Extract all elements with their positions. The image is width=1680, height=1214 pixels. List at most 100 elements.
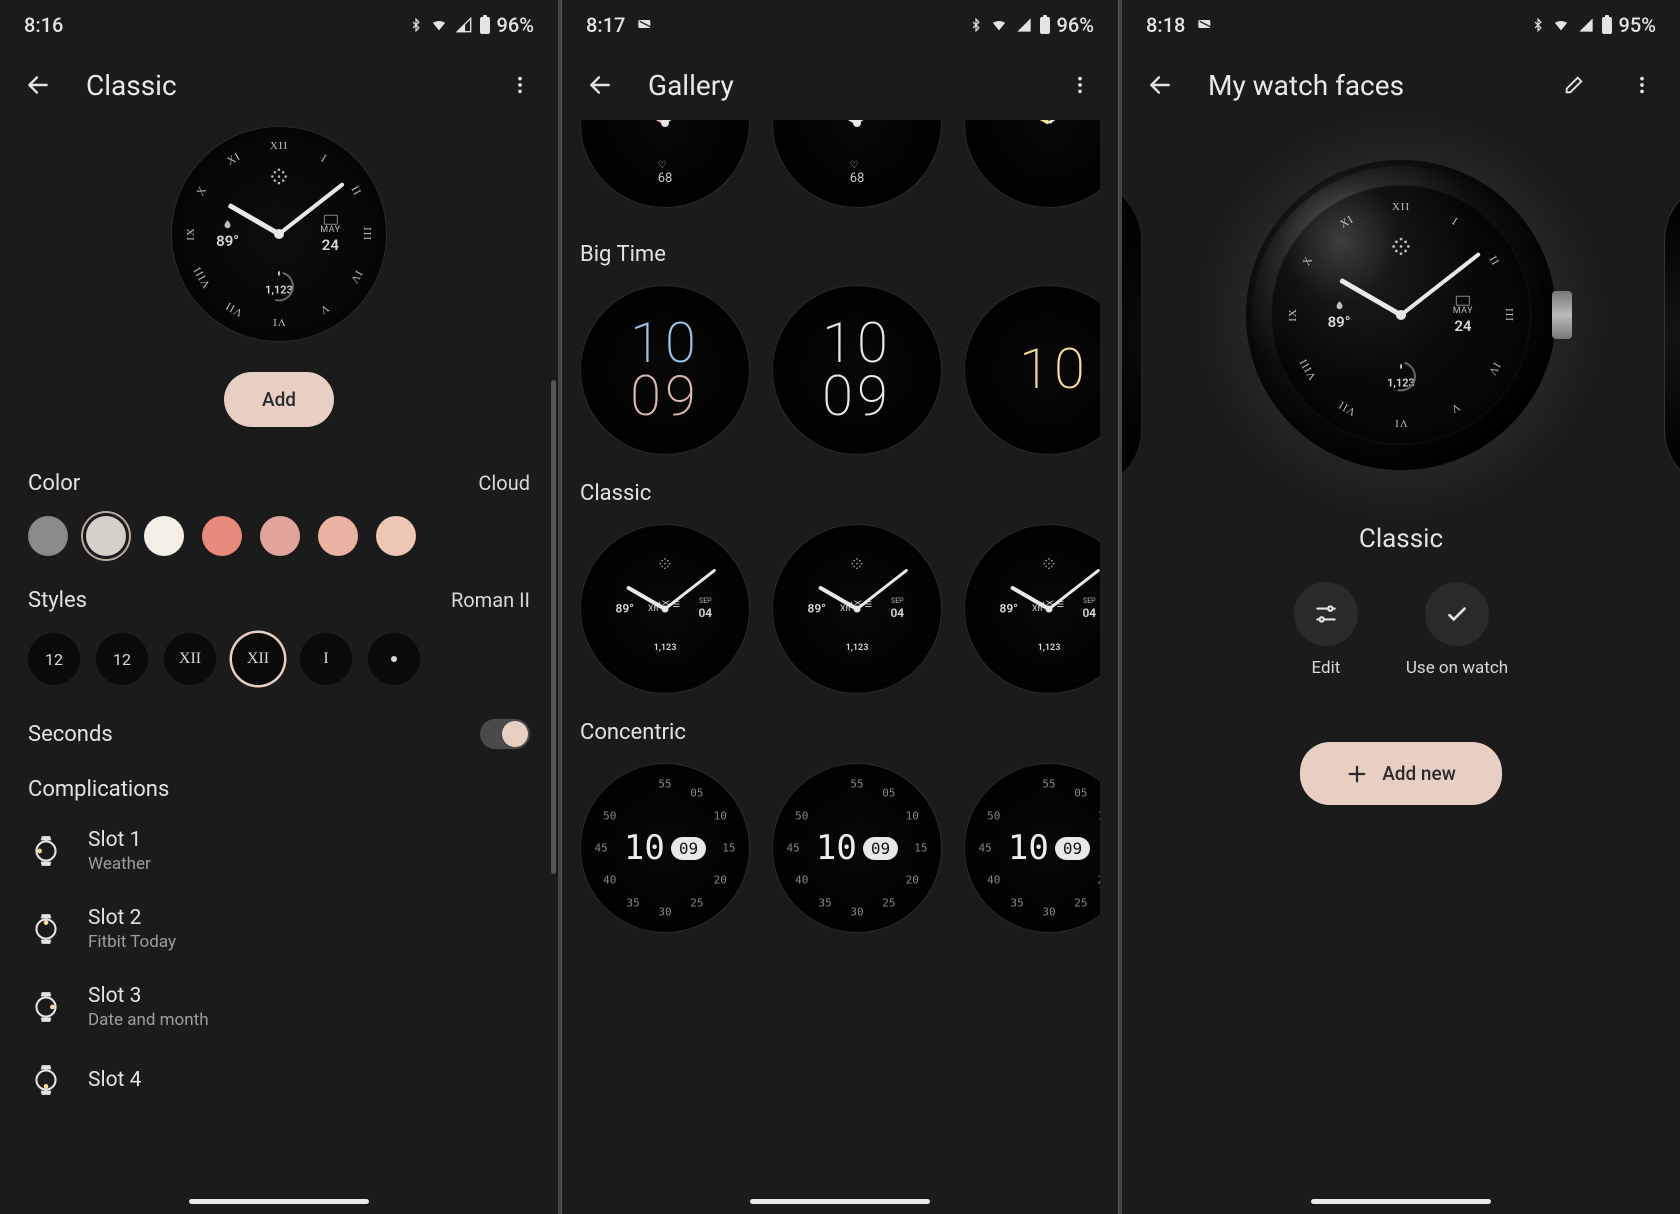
battery-icon (1039, 15, 1051, 35)
bluetooth-icon (409, 15, 423, 35)
watch-face-preview-large[interactable]: XII III VI IX I II XI X IV V VIII VII 89… (1246, 160, 1556, 470)
watch-slot-icon (28, 833, 64, 869)
gesture-bar[interactable] (189, 1199, 369, 1204)
scrollbar[interactable] (551, 380, 556, 874)
back-button[interactable] (1140, 65, 1180, 105)
add-new-label: Add new (1382, 762, 1456, 785)
gesture-bar[interactable] (750, 1199, 930, 1204)
battery-pct: 96% (497, 13, 534, 37)
use-label: Use on watch (1406, 658, 1508, 678)
complication-slot[interactable]: Slot 1 Weather (28, 812, 530, 890)
watch-face-thumb[interactable]: 1009 (580, 285, 750, 455)
signal-icon (1577, 17, 1595, 33)
tune-icon (1294, 582, 1358, 646)
seconds-label: Seconds (28, 722, 113, 747)
color-swatch[interactable] (202, 516, 242, 556)
style-chip[interactable]: 12 (96, 633, 148, 685)
complication-slot[interactable]: Slot 2 Fitbit Today (28, 890, 530, 968)
signal-icon (455, 17, 473, 33)
status-time: 8:16 (24, 13, 63, 37)
app-bar: Classic (0, 50, 558, 120)
gesture-bar[interactable] (1311, 1199, 1491, 1204)
watch-face-thumb[interactable]: XII VI IX III 89° SEP04 1,123 (580, 524, 750, 694)
bluetooth-icon (1531, 15, 1545, 35)
watch-crown (1552, 291, 1572, 339)
color-heading: Color (28, 471, 80, 496)
complication-slot[interactable]: Slot 3 Date and month (28, 968, 530, 1046)
watch-face-thumb[interactable]: 5505101520253035404550 1009 (772, 763, 942, 933)
page-title: Gallery (648, 69, 1032, 102)
slot-title: Slot 4 (88, 1068, 141, 1092)
style-chip[interactable] (368, 633, 420, 685)
color-swatch-row[interactable] (28, 508, 530, 566)
screen-my-watch-faces: 8:18 95% My watch faces X (1122, 0, 1680, 1214)
status-bar: 8:17 96% (562, 0, 1118, 50)
watch-face-preview[interactable]: XII III VI IX I II XI X IV V VIII VII 89… (171, 126, 387, 342)
color-swatch[interactable] (260, 516, 300, 556)
overflow-menu-button[interactable] (500, 65, 540, 105)
status-time: 8:17 (586, 13, 625, 37)
complication-slot[interactable]: Slot 4 (28, 1046, 530, 1114)
battery-icon (479, 15, 491, 35)
watch-slot-icon (28, 911, 64, 947)
edit-action[interactable]: Edit (1294, 582, 1358, 678)
current-face-name: Classic (1359, 470, 1443, 554)
slot-title: Slot 2 (88, 906, 176, 930)
seconds-row[interactable]: Seconds (28, 695, 530, 759)
style-chip[interactable]: XII (164, 633, 216, 685)
seconds-toggle[interactable] (480, 719, 530, 749)
watch-face-thumb[interactable]: 5505101520253035404550 1009 (964, 763, 1100, 933)
wifi-icon (429, 17, 449, 33)
back-button[interactable] (18, 65, 58, 105)
status-time: 8:18 (1146, 13, 1185, 37)
color-swatch[interactable] (86, 516, 126, 556)
page-title: Classic (86, 69, 472, 102)
dnd-icon (635, 13, 655, 37)
watch-face-thumb[interactable]: ♡68 (772, 120, 942, 208)
add-button[interactable]: Add (224, 372, 334, 427)
style-chip[interactable]: 12 (28, 633, 80, 685)
check-icon (1425, 582, 1489, 646)
battery-pct: 95% (1619, 13, 1656, 37)
back-button[interactable] (580, 65, 620, 105)
color-swatch[interactable] (144, 516, 184, 556)
screen-classic-editor: 8:16 96% Classic XII (0, 0, 558, 1214)
next-face-peek[interactable] (1664, 180, 1680, 490)
color-swatch[interactable] (318, 516, 358, 556)
battery-pct: 96% (1057, 13, 1094, 37)
complication-top-icon (1390, 235, 1412, 260)
dnd-icon (1195, 13, 1215, 37)
styles-selected-name: Roman II (451, 588, 530, 612)
plus-icon (1346, 763, 1368, 785)
overflow-menu-button[interactable] (1622, 65, 1662, 105)
watch-face-thumb[interactable]: XII VI IX III 89° SEP04 1,123 (772, 524, 942, 694)
complication-top-icon (269, 167, 289, 190)
add-new-button[interactable]: Add new (1300, 742, 1502, 805)
style-chip-row[interactable]: 12 12 XII XII I (28, 625, 530, 695)
watch-face-thumb[interactable]: 5505101520253035404550 1009 (580, 763, 750, 933)
watch-face-thumb[interactable]: ♡68 (580, 120, 750, 208)
bluetooth-icon (969, 15, 983, 35)
status-icons: 96% (969, 13, 1094, 37)
overflow-menu-button[interactable] (1060, 65, 1100, 105)
style-chip[interactable]: XII (232, 633, 284, 685)
edit-pencil-button[interactable] (1554, 65, 1594, 105)
use-on-watch-action[interactable]: Use on watch (1406, 582, 1508, 678)
styles-section-header: Styles Roman II (28, 566, 530, 625)
style-chip[interactable]: I (300, 633, 352, 685)
app-bar: My watch faces (1122, 50, 1680, 120)
section-heading-concentric: Concentric (580, 694, 1100, 763)
complication-bottom: 1,123 (264, 270, 294, 301)
wifi-icon (1551, 17, 1571, 33)
section-heading-classic: Classic (580, 455, 1100, 524)
watch-face-thumb[interactable]: 1009 (772, 285, 942, 455)
watch-face-thumb[interactable]: 10 (964, 285, 1100, 455)
status-icons: 95% (1531, 13, 1656, 37)
color-swatch[interactable] (376, 516, 416, 556)
add-button-label: Add (262, 388, 296, 411)
prev-face-peek[interactable] (1122, 180, 1142, 490)
watch-face-thumb[interactable] (964, 120, 1100, 208)
color-swatch[interactable] (28, 516, 68, 556)
complication-right: MAY 24 (1453, 296, 1473, 334)
watch-face-thumb[interactable]: XII VI IX III 89° SEP04 1,123 (964, 524, 1100, 694)
